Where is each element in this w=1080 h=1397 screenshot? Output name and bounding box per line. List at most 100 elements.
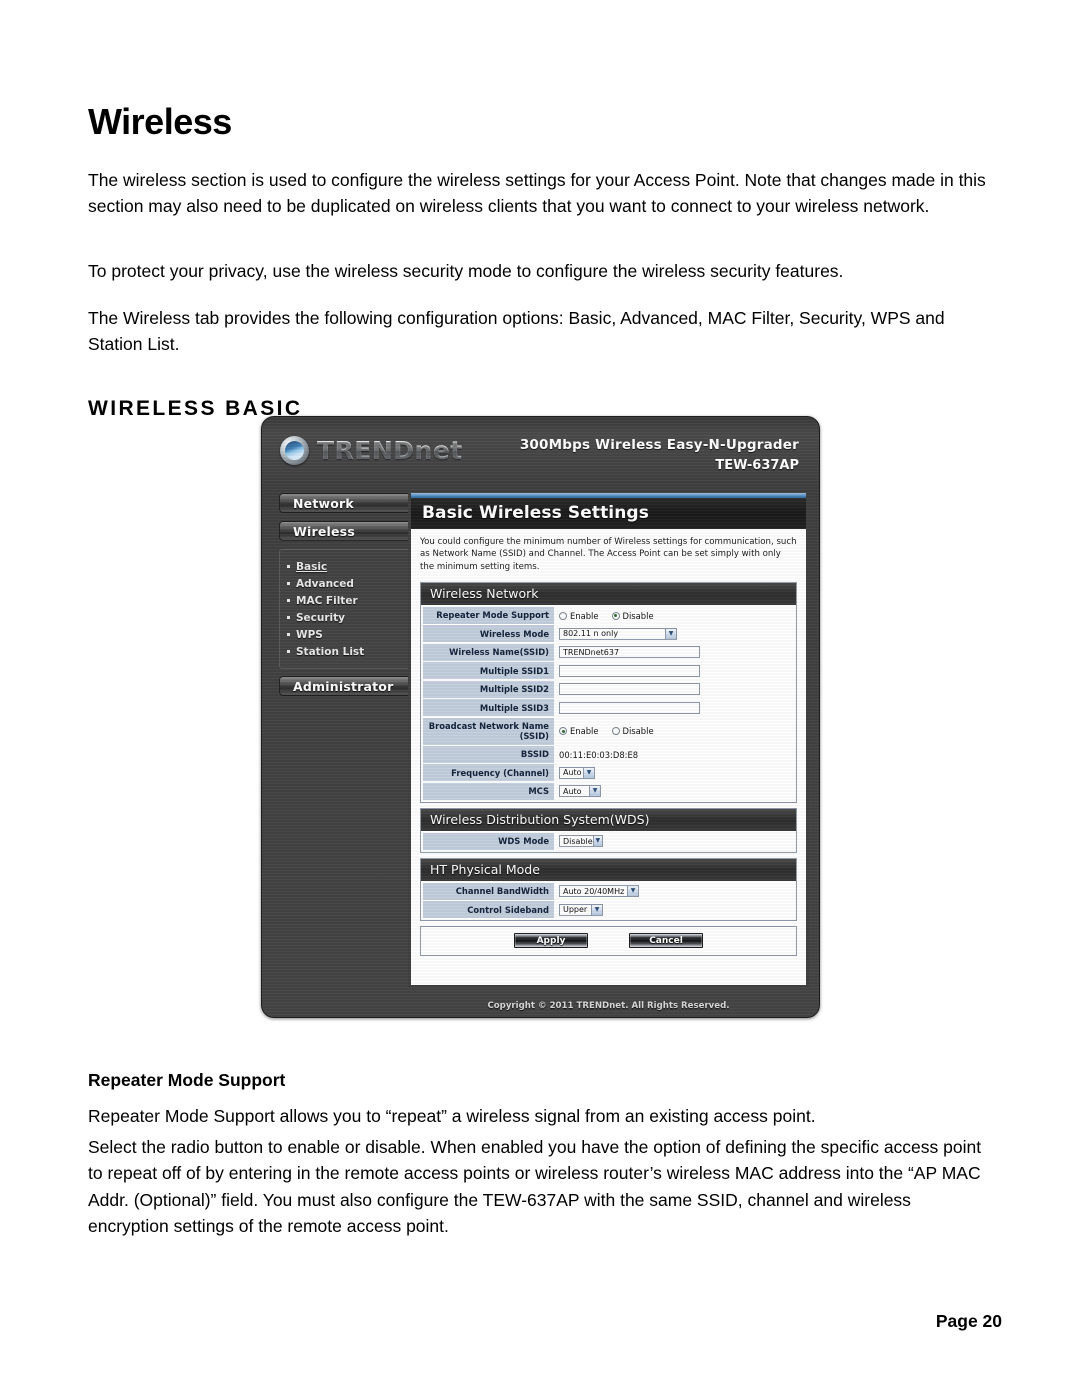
radio-option-enable[interactable]: Enable	[559, 726, 599, 736]
group-title: Wireless Network	[421, 583, 796, 606]
chevron-down-icon[interactable]: ▼	[583, 767, 594, 778]
radio-option-label: Disable	[622, 726, 654, 737]
row-value: 802.11 n only ▼	[554, 625, 794, 643]
settings-row-multiple-ssid1: Multiple SSID1	[423, 662, 794, 680]
apply-button[interactable]: Apply	[514, 933, 588, 949]
product-identity: 300Mbps Wireless Easy-N-Upgrader TEW-637…	[520, 437, 799, 473]
document-page: Wireless The wireless section is used to…	[0, 0, 1080, 1397]
sidebar-subitem-basic[interactable]: Basic	[280, 558, 411, 575]
radio-indicator-icon[interactable]	[559, 611, 567, 620]
radio-indicator-icon[interactable]	[559, 727, 567, 736]
sidebar-item-wireless[interactable]: Wireless	[279, 521, 412, 541]
row-label: WDS Mode	[423, 832, 554, 850]
sidebar-subitem-advanced[interactable]: Advanced	[280, 575, 411, 592]
radio-option-label: Enable	[570, 726, 599, 737]
row-label: Multiple SSID3	[423, 699, 554, 717]
row-label: Multiple SSID1	[423, 662, 554, 680]
group-body: Repeater Mode Support Enable Disable Wirele…	[421, 605, 796, 802]
group-title: Wireless Distribution System(WDS)	[421, 808, 796, 831]
body-paragraph-2: Select the radio button to enable or dis…	[88, 1136, 982, 1237]
radio-group: Enable Disable	[559, 611, 654, 621]
row-label: Wireless Mode	[423, 625, 554, 643]
sidebar-subitem-label: Station List	[296, 645, 365, 658]
select-value: Auto	[563, 768, 582, 778]
row-label: Broadcast Network Name (SSID)	[423, 717, 554, 745]
sidebar-item-network-label: Network	[293, 495, 354, 511]
row-label: Frequency (Channel)	[423, 764, 554, 782]
sidebar-subitem-security[interactable]: Security	[280, 609, 411, 626]
settings-row-channel-bandwidth: Channel BandWidth Auto 20/40MHz ▼	[423, 882, 794, 900]
brand-name: TRENDnet	[317, 436, 463, 465]
input-wireless-name-ssid[interactable]: TRENDnet637	[559, 646, 700, 659]
settings-row-repeater-mode-support: Repeater Mode Support Enable Disable	[423, 607, 794, 624]
row-value	[554, 680, 794, 698]
input-multiple-ssid1[interactable]	[559, 664, 700, 677]
row-value	[554, 699, 794, 717]
row-value: Enable Disable	[554, 717, 794, 745]
brand-logo: TRENDnet	[280, 436, 463, 465]
select-mcs[interactable]: Auto ▼	[559, 785, 601, 798]
sidebar-subitem-station-list[interactable]: Station List	[280, 643, 411, 660]
select-wireless-mode[interactable]: 802.11 n only ▼	[559, 627, 677, 640]
radio-indicator-icon[interactable]	[611, 727, 620, 736]
settings-group-wireless-distribution-system-wds: Wireless Distribution System(WDS) WDS Mod…	[420, 807, 797, 853]
product-name: 300Mbps Wireless Easy-N-Upgrader	[519, 437, 799, 453]
row-value: Disable ▼	[554, 832, 794, 850]
sidebar-subitem-label: Security	[296, 611, 346, 624]
select-channel-bandwidth[interactable]: Auto 20/40MHz ▼	[559, 885, 639, 898]
row-value: Enable Disable	[554, 607, 794, 624]
router-ui-screenshot: TRENDnet 300Mbps Wireless Easy-N-Upgrade…	[261, 416, 820, 1018]
page-number: Page 20	[935, 1311, 1002, 1331]
group-title: HT Physical Mode	[421, 858, 796, 881]
sidebar-subitem-wps[interactable]: WPS	[280, 626, 411, 643]
row-label: MCS	[423, 782, 554, 800]
select-value: 802.11 n only	[563, 629, 619, 639]
radio-option-disable[interactable]: Disable	[611, 726, 654, 737]
router-sidebar: Network Wireless Basic Advanced MAC Filter…	[279, 493, 412, 704]
chevron-down-icon[interactable]: ▼	[589, 786, 600, 797]
settings-row-mcs: MCS Auto ▼	[423, 782, 794, 800]
chevron-down-icon[interactable]: ▼	[627, 886, 638, 897]
row-value: 00:11:E0:03:D8:E8	[554, 746, 794, 763]
select-control-sideband[interactable]: Upper ▼	[559, 903, 603, 916]
radio-indicator-icon[interactable]	[611, 611, 620, 620]
sidebar-subitem-label: WPS	[296, 628, 323, 641]
sidebar-subitem-label: Advanced	[296, 577, 354, 590]
panel-intro-text: You could configure the minimum number o…	[420, 537, 797, 572]
input-multiple-ssid3[interactable]	[559, 701, 700, 714]
row-label: BSSID	[423, 746, 554, 763]
chevron-down-icon[interactable]: ▼	[592, 836, 602, 847]
radio-option-disable[interactable]: Disable	[611, 611, 654, 621]
settings-group-ht-physical-mode: HT Physical Mode Channel BandWidth Auto 20…	[420, 857, 797, 922]
sidebar-item-network[interactable]: Network	[279, 493, 412, 513]
settings-row-control-sideband: Control Sideband Upper ▼	[423, 901, 794, 919]
select-value: Auto	[563, 786, 582, 796]
sidebar-subitem-mac-filter[interactable]: MAC Filter	[280, 592, 411, 609]
row-label: Wireless Name(SSID)	[423, 643, 554, 661]
sidebar-subitem-label: MAC Filter	[296, 594, 358, 607]
row-label: Repeater Mode Support	[423, 607, 554, 624]
chevron-down-icon[interactable]: ▼	[591, 904, 602, 915]
row-label: Channel BandWidth	[423, 882, 554, 900]
radio-option-label: Enable	[570, 610, 599, 621]
sidebar-item-administrator-label: Administrator	[293, 678, 394, 694]
router-header: TRENDnet 300Mbps Wireless Easy-N-Upgrade…	[262, 417, 819, 489]
settings-row-multiple-ssid2: Multiple SSID2	[423, 680, 794, 698]
sidebar-item-administrator[interactable]: Administrator	[279, 676, 412, 696]
settings-row-broadcast-network-name-ssid: Broadcast Network Name (SSID) Enable Disab…	[423, 717, 794, 745]
select-value: Upper	[563, 905, 588, 915]
intro-paragraph-3: The Wireless tab provides the following …	[88, 307, 945, 355]
input-multiple-ssid2[interactable]	[559, 683, 700, 696]
select-frequency-channel[interactable]: Auto ▼	[559, 766, 595, 779]
panel-title: Basic Wireless Settings	[411, 498, 806, 529]
button-label: Cancel	[649, 935, 683, 946]
radio-option-enable[interactable]: Enable	[559, 611, 599, 621]
wireless-submenu: Basic Advanced MAC Filter Security WPS Statio…	[279, 549, 412, 669]
cancel-button[interactable]: Cancel	[629, 933, 703, 949]
readonly-value: 00:11:E0:03:D8:E8	[559, 749, 639, 760]
chevron-down-icon[interactable]: ▼	[665, 628, 676, 639]
select-wds-mode[interactable]: Disable ▼	[559, 835, 603, 848]
settings-row-multiple-ssid3: Multiple SSID3	[423, 699, 794, 717]
select-value: Auto 20/40MHz	[563, 886, 625, 896]
row-label: Multiple SSID2	[423, 680, 554, 698]
